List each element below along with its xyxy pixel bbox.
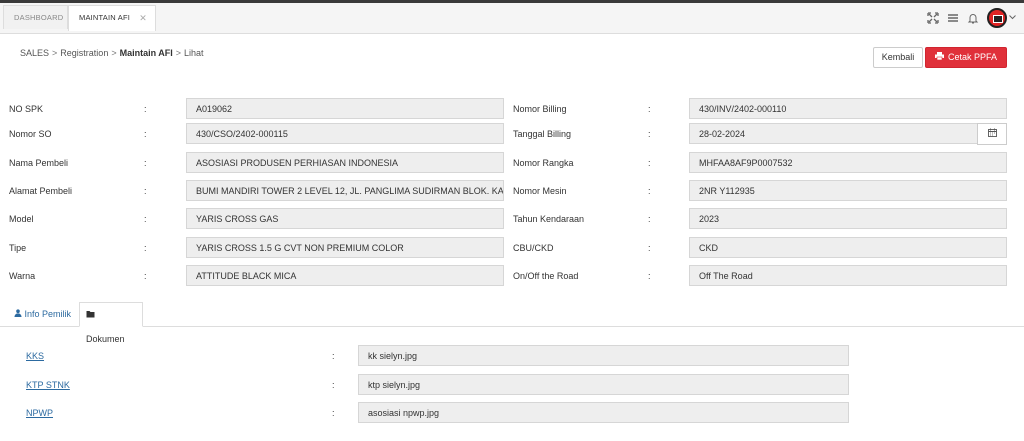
breadcrumb-maintain-afi[interactable]: Maintain AFI [120,48,173,58]
form-label: Model [9,214,34,224]
colon-separator: : [144,186,147,196]
form-label: On/Off the Road [513,271,579,281]
form-label: Tanggal Billing [513,129,572,139]
form-field: YARIS CROSS GAS [186,208,504,229]
form-field: ATTITUDE BLACK MICA [186,265,504,286]
form-field: A019062 [186,98,504,119]
colon-separator: : [144,243,147,253]
tab-maintain-afi-label: MAINTAIN AFI [79,13,131,22]
tab-maintain-afi[interactable]: MAINTAIN AFI ✕ [68,5,156,31]
breadcrumb-registration[interactable]: Registration [60,48,108,58]
subtab-bar [0,300,1024,327]
form-field: CKD [689,237,1007,258]
colon-separator: : [648,214,651,224]
cetak-ppfa-button[interactable]: Cetak PPFA [925,47,1007,68]
form-field: BUMI MANDIRI TOWER 2 LEVEL 12, JL. PANGL… [186,180,504,201]
colon-separator: : [648,104,651,114]
menu-icon[interactable] [947,12,959,24]
document-field: ktp sielyn.jpg [358,374,849,395]
breadcrumb-separator: > [175,48,182,58]
colon-separator: : [648,158,651,168]
print-icon [934,48,944,67]
form-label: CBU/CKD [513,243,554,253]
form-label: Tahun Kendaraan [513,214,585,224]
colon-separator: : [648,243,651,253]
document-link[interactable]: KTP STNK [26,380,70,390]
tab-info-pemilik-label: Info Pemilik [24,309,72,319]
form-label: Nomor SO [9,129,52,139]
form-field: 2023 [689,208,1007,229]
expand-icon[interactable] [927,12,939,24]
colon-separator: : [332,380,335,390]
bell-icon[interactable] [967,12,979,24]
breadcrumb-lihat: Lihat [184,48,204,58]
form-field: 28-02-2024 [689,123,978,144]
breadcrumb-separator: > [111,48,117,58]
form-label: Warna [9,271,36,281]
form-label: Nomor Billing [513,104,567,114]
colon-separator: : [144,158,147,168]
document-link[interactable]: NPWP [26,408,53,418]
colon-separator: : [648,129,651,139]
tab-dashboard-label: DASHBOARD [14,13,64,22]
form-field: 430/INV/2402-000110 [689,98,1007,119]
user-icon [14,309,22,319]
form-field: 430/CSO/2402-000115 [186,123,504,144]
colon-separator: : [332,351,335,361]
tab-dokumen[interactable]: Dokumen [79,302,143,344]
form-label: Nama Pembeli [9,158,69,168]
kembali-button-label: Kembali [881,52,915,62]
breadcrumb-separator: > [52,48,58,58]
colon-separator: : [144,271,147,281]
breadcrumb: SALES > Registration > Maintain AFI > Lihat [20,48,204,58]
document-link[interactable]: KKS [26,351,44,361]
cetak-ppfa-label: Cetak PPFA [947,52,998,62]
colon-separator: : [332,408,335,418]
document-field: kk sielyn.jpg [358,345,849,366]
chevron-down-icon[interactable] [1009,13,1016,22]
colon-separator: : [144,129,147,139]
colon-separator: : [144,214,147,224]
colon-separator: : [648,271,651,281]
form-label: Nomor Rangka [513,158,574,168]
kembali-button[interactable]: Kembali [873,47,923,68]
form-field: ASOSIASI PRODUSEN PERHIASAN INDONESIA [186,152,504,173]
calendar-icon[interactable] [977,123,1007,145]
form-field: Off The Road [689,265,1007,286]
colon-separator: : [648,186,651,196]
document-field: asosiasi npwp.jpg [358,402,849,423]
tab-dashboard[interactable]: DASHBOARD [3,5,68,29]
tab-dokumen-label: Dokumen [86,334,125,344]
form-field: MHFAA8AF9P0007532 [689,152,1007,173]
form-label: Alamat Pembeli [9,186,73,196]
form-label: NO SPK [9,104,44,114]
tab-info-pemilik[interactable]: Info Pemilik [8,302,77,327]
breadcrumb-sales[interactable]: SALES [20,48,49,58]
colon-separator: : [144,104,147,114]
form-field: 2NR Y112935 [689,180,1007,201]
folder-icon [86,310,95,320]
avatar[interactable] [987,8,1007,28]
close-icon[interactable]: ✕ [139,6,147,30]
form-label: Nomor Mesin [513,186,567,196]
form-label: Tipe [9,243,27,253]
form-field: YARIS CROSS 1.5 G CVT NON PREMIUM COLOR [186,237,504,258]
